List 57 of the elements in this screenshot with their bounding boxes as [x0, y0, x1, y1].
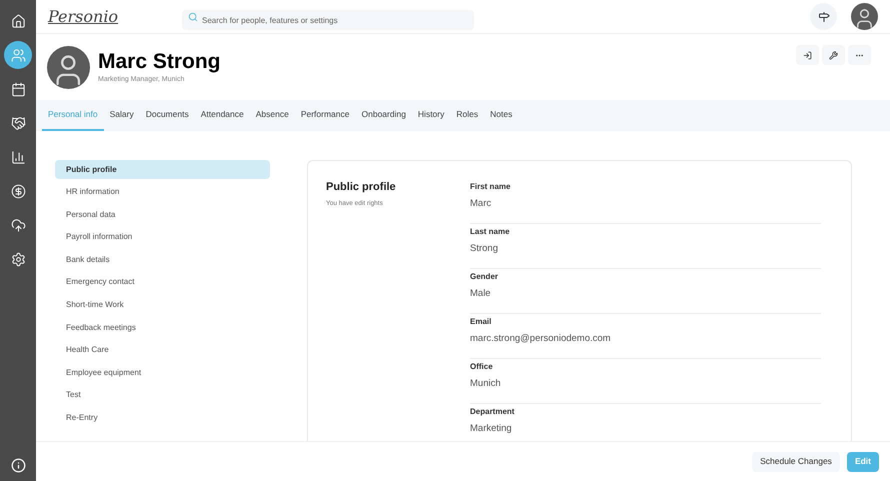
- field-value: Munich: [470, 377, 502, 391]
- calendar-icon: [10, 82, 26, 96]
- section-item[interactable]: Test: [55, 386, 270, 405]
- section-item[interactable]: Emergency contact: [55, 272, 270, 292]
- sign-in-icon: [803, 50, 812, 60]
- field-label: Last name: [470, 226, 511, 238]
- tab[interactable]: Salary: [104, 100, 140, 131]
- search-icon: [188, 12, 198, 22]
- tab[interactable]: Notes: [484, 100, 518, 131]
- bar-chart-icon: [10, 150, 26, 164]
- dollar-icon: [10, 184, 26, 198]
- tab[interactable]: Attendance: [194, 100, 250, 131]
- tab[interactable]: Onboarding: [356, 100, 412, 131]
- user-avatar: [851, 3, 878, 30]
- wrench-button[interactable]: [822, 45, 845, 65]
- section-item[interactable]: Short-time Work: [55, 296, 270, 315]
- search-field[interactable]: Search for people, features or settings: [182, 10, 474, 30]
- section-item[interactable]: Public profile: [55, 160, 270, 179]
- section-item[interactable]: Re-Entry: [55, 408, 270, 428]
- home-icon: [10, 14, 26, 28]
- tab[interactable]: History: [412, 100, 450, 131]
- section-item[interactable]: Bank details: [55, 250, 270, 270]
- nav-button[interactable]: [4, 41, 32, 69]
- tab[interactable]: Roles: [450, 100, 484, 131]
- field-value: Male: [470, 287, 492, 301]
- wrench-icon: [829, 50, 838, 60]
- section-item[interactable]: Health Care: [55, 340, 270, 360]
- field-label: Office: [470, 361, 494, 373]
- field-value: Strong: [470, 242, 499, 256]
- field-value: Marketing: [470, 422, 513, 436]
- profile-avatar: [47, 46, 90, 88]
- field-label: First name: [470, 181, 512, 193]
- sign-in-button[interactable]: [796, 45, 819, 65]
- section-item[interactable]: Payroll information: [55, 228, 270, 247]
- field-value: Marc: [470, 197, 492, 211]
- field-label: Department: [470, 406, 516, 418]
- settings-icon: [10, 252, 26, 266]
- field-label: Gender: [470, 271, 500, 283]
- info-icon[interactable]: [10, 458, 26, 473]
- field-label: Email: [470, 316, 492, 328]
- tab[interactable]: Absence: [250, 100, 295, 131]
- cloud-upload-icon: [10, 218, 26, 232]
- schedule-button[interactable]: Schedule Changes: [752, 452, 840, 472]
- tab[interactable]: Performance: [294, 100, 356, 131]
- section-item[interactable]: Personal data: [55, 205, 270, 224]
- signpost-button[interactable]: [810, 3, 837, 30]
- field-value: marc.strong@personiodemo.com: [470, 332, 612, 346]
- logo[interactable]: Personio: [48, 4, 182, 28]
- signpost-icon: [818, 10, 830, 22]
- section-item[interactable]: HR information: [55, 182, 270, 202]
- profile-name: Marc Strong: [98, 48, 222, 75]
- card-title: Public profile: [326, 180, 397, 195]
- section-item[interactable]: Feedback meetings: [55, 318, 270, 338]
- handshake-icon: [10, 116, 26, 130]
- tab[interactable]: Documents: [140, 100, 195, 131]
- people-icon: [10, 48, 26, 62]
- section-item[interactable]: Employee equipment: [55, 363, 270, 382]
